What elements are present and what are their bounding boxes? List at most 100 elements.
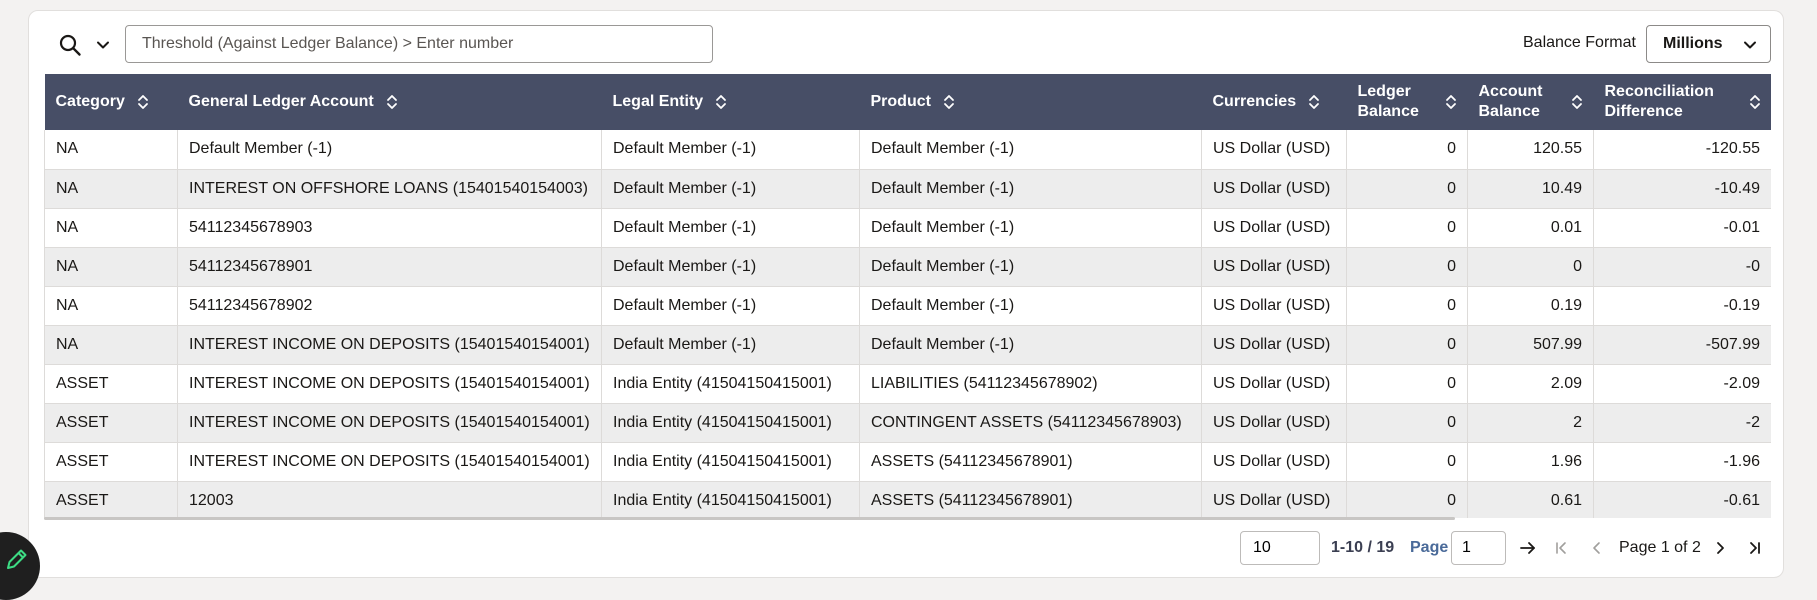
previous-page-icon[interactable] [1586,537,1608,559]
table-row[interactable]: NA 54112345678901 Default Member (-1) Defau… [44,247,1771,287]
sort-icon[interactable] [943,93,955,111]
page-number-input[interactable] [1451,531,1506,565]
cell-product: Default Member (-1) [859,247,1202,287]
cell-reconciliation-difference: -2.09 [1593,364,1771,404]
page-label: Page [1410,539,1449,556]
sort-icon[interactable] [715,93,727,111]
cell-reconciliation-difference: -0.61 [1593,481,1771,518]
horizontal-scrollbar[interactable] [44,517,1455,520]
cell-product: CONTINGENT ASSETS (54112345678903) [859,403,1202,443]
cell-currencies: US Dollar (USD) [1201,364,1347,404]
cell-account-balance: 2 [1467,403,1594,443]
cell-category: ASSET [44,403,178,443]
cell-legal-entity: India Entity (41504150415001) [601,403,860,443]
balance-format-value: Millions [1663,35,1723,52]
cell-account-balance: 120.55 [1467,130,1594,170]
cell-product: Default Member (-1) [859,169,1202,209]
column-header-general-ledger-account[interactable]: General Ledger Account [177,74,602,130]
cell-reconciliation-difference: -1.96 [1593,442,1771,482]
cell-reconciliation-difference: -2 [1593,403,1771,443]
cell-product: Default Member (-1) [859,130,1202,170]
cell-reconciliation-difference: -0 [1593,247,1771,287]
table-row[interactable]: NA INTEREST INCOME ON DEPOSITS (154015401… [44,325,1771,365]
cell-account-balance: 507.99 [1467,325,1594,365]
cell-legal-entity: India Entity (41504150415001) [601,481,860,518]
cell-category: ASSET [44,481,178,518]
cell-currencies: US Dollar (USD) [1201,325,1347,365]
cell-general-ledger-account: 54112345678903 [177,208,602,248]
cell-category: NA [44,286,178,326]
cell-ledger-balance: 0 [1346,481,1468,518]
sort-icon[interactable] [137,93,149,111]
table-row[interactable]: NA 54112345678902 Default Member (-1) Defau… [44,286,1771,326]
balance-format-select[interactable]: Millions [1646,25,1771,63]
cell-ledger-balance: 0 [1346,364,1468,404]
column-header-currencies[interactable]: Currencies [1201,74,1347,130]
cell-ledger-balance: 0 [1346,325,1468,365]
sort-icon[interactable] [1571,93,1583,111]
column-header-category[interactable]: Category [44,74,178,130]
sort-icon[interactable] [1308,93,1320,111]
table-row[interactable]: ASSET INTEREST INCOME ON DEPOSITS (154015… [44,442,1771,482]
first-page-icon[interactable] [1551,537,1573,559]
cell-legal-entity: India Entity (41504150415001) [601,442,860,482]
cell-product: ASSETS (54112345678901) [859,442,1202,482]
table-row[interactable]: NA INTEREST ON OFFSHORE LOANS (1540154015… [44,169,1771,209]
cell-category: NA [44,130,178,170]
sort-icon[interactable] [1445,93,1457,111]
cell-account-balance: 0 [1467,247,1594,287]
cell-currencies: US Dollar (USD) [1201,247,1347,287]
reconciliation-table: Category General Ledger Account Legal En… [44,74,1771,518]
next-page-icon[interactable] [1709,537,1731,559]
last-page-icon[interactable] [1743,537,1765,559]
column-header-account-balance[interactable]: Account Balance [1467,74,1594,130]
cell-currencies: US Dollar (USD) [1201,208,1347,248]
column-header-reconciliation-difference[interactable]: Reconciliation Difference [1593,74,1771,130]
column-header-legal-entity[interactable]: Legal Entity [601,74,860,130]
table-row[interactable]: NA 54112345678903 Default Member (-1) Defau… [44,208,1771,248]
cell-currencies: US Dollar (USD) [1201,169,1347,209]
cell-ledger-balance: 0 [1346,247,1468,287]
cell-currencies: US Dollar (USD) [1201,481,1347,518]
cell-ledger-balance: 0 [1346,169,1468,209]
cell-legal-entity: Default Member (-1) [601,286,860,326]
cell-currencies: US Dollar (USD) [1201,442,1347,482]
cell-account-balance: 0.01 [1467,208,1594,248]
table-body: NA Default Member (-1) Default Member (-1)… [44,130,1771,518]
sort-icon[interactable] [1749,93,1761,111]
table-row[interactable]: ASSET INTEREST INCOME ON DEPOSITS (154015… [44,403,1771,443]
cell-reconciliation-difference: -0.01 [1593,208,1771,248]
cell-general-ledger-account: 54112345678902 [177,286,602,326]
cell-product: Default Member (-1) [859,208,1202,248]
range-text: 1-10 / 19 [1331,539,1395,556]
page-size-input[interactable] [1240,531,1320,565]
cell-general-ledger-account: 54112345678901 [177,247,602,287]
cell-product: Default Member (-1) [859,325,1202,365]
cell-category: NA [44,169,178,209]
sort-icon[interactable] [386,93,398,111]
reconciliation-panel: Balance Format Millions Category General… [28,10,1784,578]
cell-legal-entity: Default Member (-1) [601,169,860,209]
pagination: 1-10 / 19 Page Page 1 of 2 [29,531,1783,571]
cell-category: ASSET [44,442,178,482]
table-row[interactable]: NA Default Member (-1) Default Member (-1)… [44,130,1771,170]
table-row[interactable]: ASSET 12003 India Entity (41504150415001) A… [44,481,1771,518]
threshold-input[interactable] [125,25,713,63]
page-of-text: Page 1 of 2 [1619,539,1701,556]
table-row[interactable]: ASSET INTEREST INCOME ON DEPOSITS (154015… [44,364,1771,404]
chevron-down-icon[interactable] [91,33,115,57]
cell-account-balance: 10.49 [1467,169,1594,209]
cell-general-ledger-account: INTEREST INCOME ON DEPOSITS (15401540154… [177,442,602,482]
column-header-product[interactable]: Product [859,74,1202,130]
data-grid: Category General Ledger Account Legal En… [44,74,1771,518]
cell-legal-entity: Default Member (-1) [601,247,860,287]
arrow-right-icon[interactable] [1517,537,1539,559]
search-icon[interactable] [54,29,86,61]
cell-account-balance: 0.61 [1467,481,1594,518]
column-header-ledger-balance[interactable]: Ledger Balance [1346,74,1468,130]
cell-ledger-balance: 0 [1346,442,1468,482]
cell-general-ledger-account: INTEREST INCOME ON DEPOSITS (15401540154… [177,403,602,443]
cell-product: Default Member (-1) [859,286,1202,326]
cell-general-ledger-account: INTEREST INCOME ON DEPOSITS (15401540154… [177,325,602,365]
cell-currencies: US Dollar (USD) [1201,403,1347,443]
